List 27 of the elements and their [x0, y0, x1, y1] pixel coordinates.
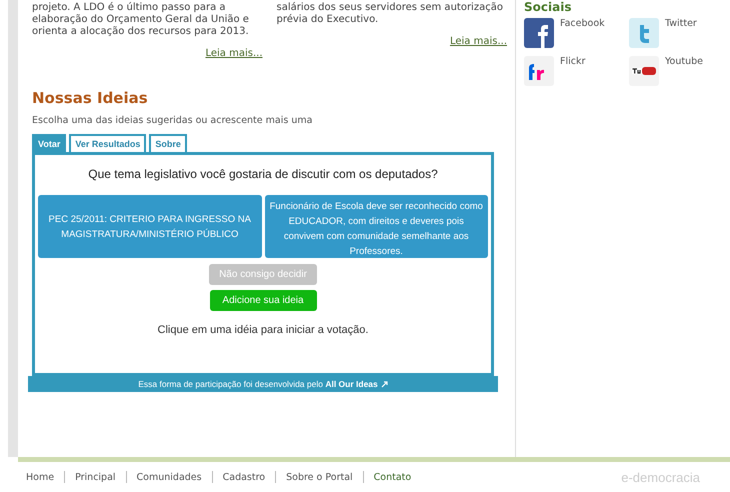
- social-link[interactable]: Twitter: [665, 18, 697, 29]
- read-more-link[interactable]: Leia mais...: [450, 36, 507, 47]
- section-title: Sociais: [524, 0, 572, 14]
- news-excerpt: projeto. A LDO é o último passo para a elaboração do Orçamento Geral da União e orienta a alocação dos recursos para 2013.: [32, 2, 250, 38]
- credit-text: Essa forma de participação foi desenvolvida pelo All Our Ideas: [138, 379, 378, 389]
- news-excerpt: salários dos seus servidores sem autorização prévia do Executivo.: [276, 2, 504, 26]
- question: Que tema legislativo você gostaria de discutir com os deputados?: [88, 167, 438, 181]
- section-subtitle: Escolha uma das ideias sugeridas ou acrescente mais uma: [32, 115, 314, 126]
- footer-link[interactable]: Sobre o Portal: [286, 472, 353, 482]
- tab[interactable]: Ver Resultados: [69, 134, 146, 152]
- instruction-text: Clique em uma idéia para iniciar a votação.: [158, 324, 368, 336]
- social-logo-icon[interactable]: [524, 18, 554, 48]
- footer-link[interactable]: Principal: [75, 472, 116, 482]
- social-link[interactable]: Youtube: [665, 56, 703, 67]
- footer-link[interactable]: Contato: [374, 472, 412, 482]
- tab[interactable]: Votar: [32, 134, 66, 152]
- read-more-link[interactable]: Leia mais...: [205, 48, 262, 59]
- footer-link[interactable]: Cadastro: [222, 472, 266, 482]
- social-link[interactable]: Facebook: [560, 18, 605, 29]
- footer-link[interactable]: Home: [26, 472, 54, 482]
- video-logo-icon[interactable]: [629, 56, 659, 86]
- social-link[interactable]: Flickr: [560, 56, 586, 67]
- footer-link[interactable]: Comunidades: [136, 472, 202, 482]
- section-title: Nossas Ideias: [32, 89, 149, 107]
- social-logo-icon[interactable]: [524, 56, 554, 86]
- tab[interactable]: Sobre: [149, 134, 187, 152]
- external-link-icon[interactable]: [380, 380, 388, 388]
